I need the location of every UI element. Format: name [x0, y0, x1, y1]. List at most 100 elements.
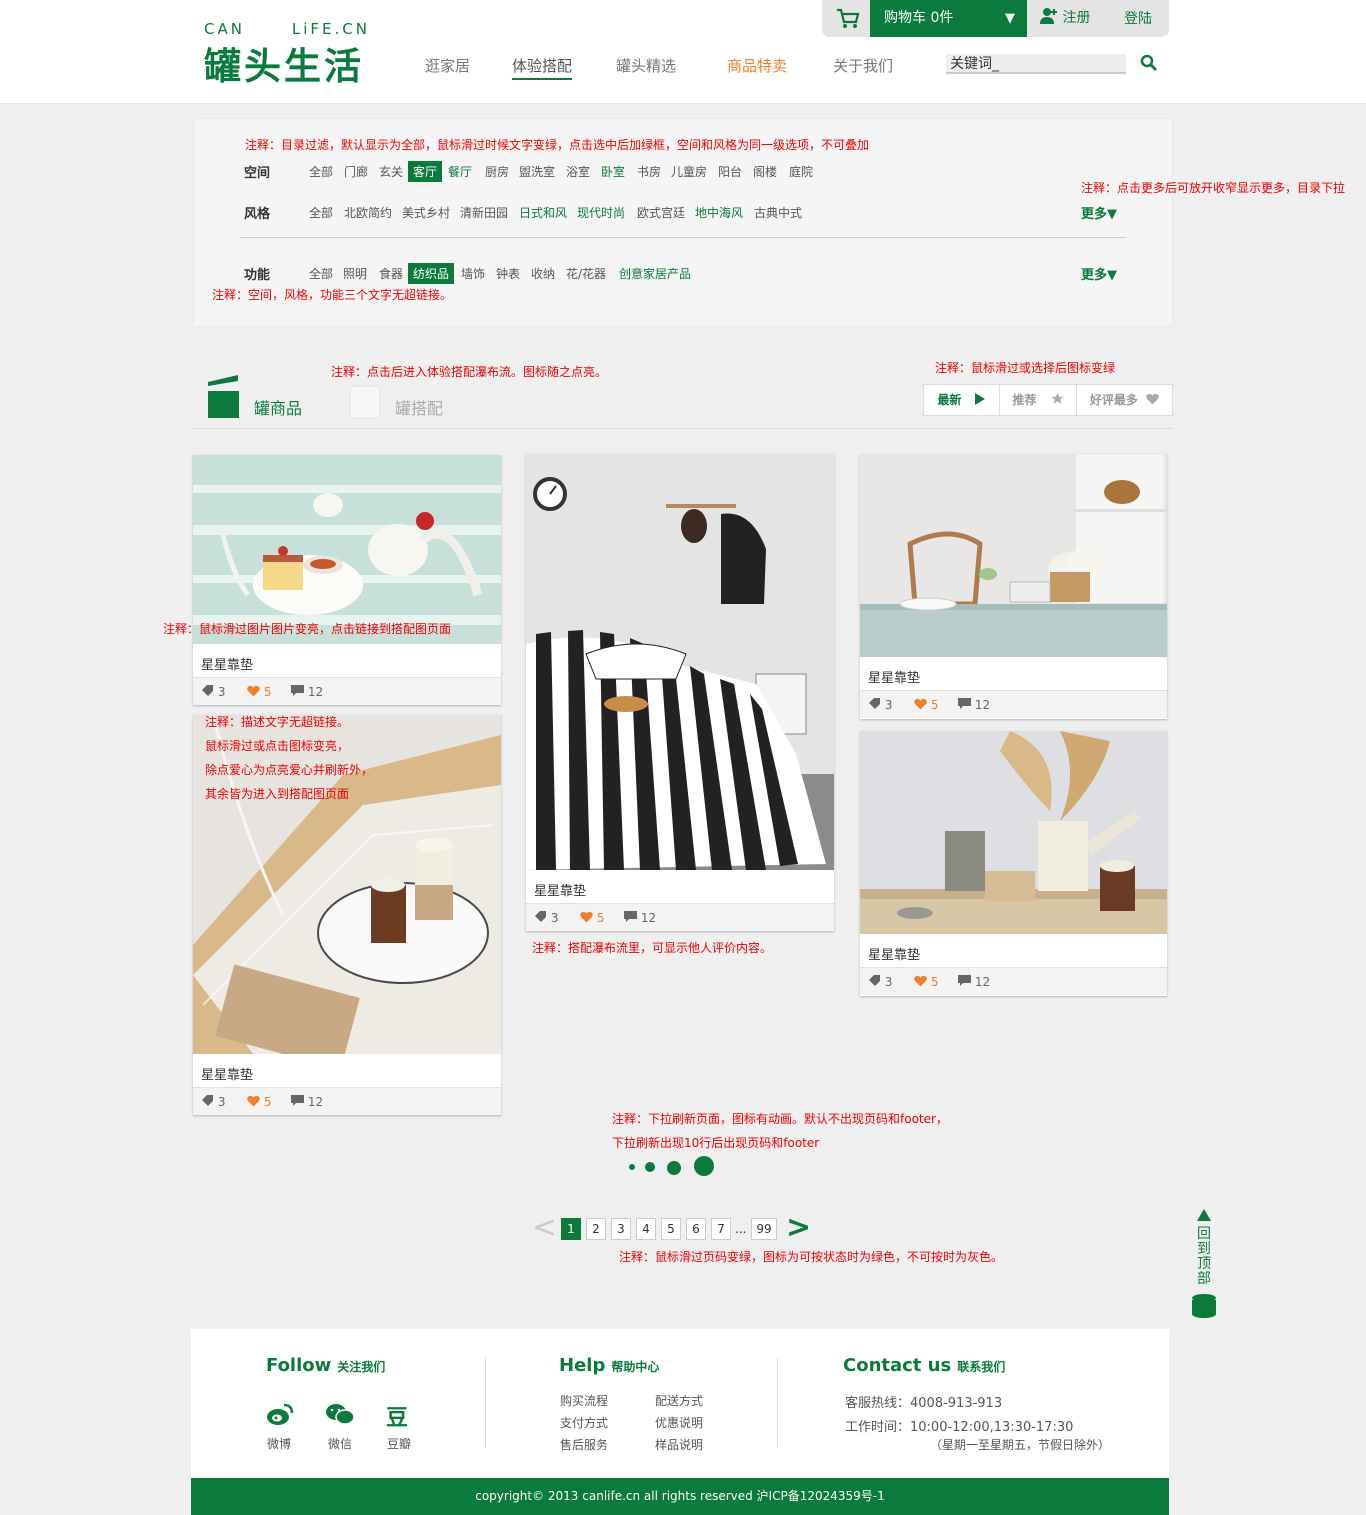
- filter-option[interactable]: 门廊: [344, 163, 368, 180]
- nav-about[interactable]: 关于我们: [833, 55, 893, 76]
- filter-option[interactable]: 北欧简约: [344, 204, 392, 221]
- tag-stat[interactable]: 3: [201, 685, 225, 699]
- comment-stat[interactable]: 12: [291, 1095, 323, 1109]
- cart-icon[interactable]: [835, 7, 861, 29]
- nav-sale[interactable]: 商品特卖: [727, 55, 787, 76]
- like-stat[interactable]: 5: [247, 1095, 271, 1109]
- filter-option[interactable]: 现代时尚: [577, 204, 625, 221]
- page-button[interactable]: 5: [661, 1218, 681, 1240]
- like-stat[interactable]: 5: [247, 685, 271, 699]
- filter-option[interactable]: 儿童房: [671, 163, 707, 180]
- cart-button[interactable]: 购物车 0件 ▼: [870, 0, 1027, 37]
- page-button-last[interactable]: 99: [751, 1218, 777, 1240]
- filter-option[interactable]: 厨房: [485, 163, 509, 180]
- search-input[interactable]: 关键词_: [946, 54, 1126, 74]
- more-button[interactable]: 更多▼: [1081, 264, 1117, 283]
- nav-selection[interactable]: 罐头精选: [616, 55, 676, 76]
- next-page-button[interactable]: >: [786, 1213, 811, 1243]
- product-card[interactable]: 星星靠垫 3 5 12: [860, 731, 1167, 996]
- weibo-label[interactable]: 微博: [267, 1435, 291, 1452]
- nav-home-living[interactable]: 逛家居: [425, 55, 470, 76]
- like-stat[interactable]: 5: [914, 975, 938, 989]
- filter-option-selected[interactable]: 客厅: [408, 161, 443, 182]
- sort-newest-button[interactable]: 最新: [923, 384, 1000, 416]
- back-to-top-button[interactable]: 回到顶部: [1190, 1206, 1218, 1330]
- like-stat[interactable]: 5: [580, 911, 604, 925]
- filter-option[interactable]: 古典中式: [754, 204, 802, 221]
- tab-goods-label[interactable]: 罐商品: [254, 395, 302, 419]
- filter-option[interactable]: 收纳: [531, 265, 555, 282]
- page-button[interactable]: 6: [686, 1218, 706, 1240]
- filter-option-selected[interactable]: 纺织品: [408, 263, 455, 284]
- filter-option[interactable]: 全部: [309, 204, 333, 221]
- filter-option[interactable]: 盥洗室: [519, 163, 555, 180]
- nav-experience[interactable]: 体验搭配: [512, 55, 573, 80]
- register-button[interactable]: 注册: [1040, 7, 1090, 27]
- filter-option[interactable]: 钟表: [496, 265, 520, 282]
- help-link[interactable]: 售后服务: [560, 1436, 608, 1453]
- page-button[interactable]: 4: [636, 1218, 656, 1240]
- wechat-label[interactable]: 微信: [328, 1435, 352, 1452]
- filter-option[interactable]: 浴室: [566, 163, 590, 180]
- filter-option[interactable]: 创意家居产品: [619, 265, 691, 282]
- tag-stat[interactable]: 3: [868, 975, 892, 989]
- filter-option[interactable]: 食器: [379, 265, 403, 282]
- filter-option[interactable]: 花/花器: [566, 265, 606, 282]
- search-icon[interactable]: [1140, 54, 1158, 72]
- comment-stat[interactable]: 12: [291, 685, 323, 699]
- more-button[interactable]: 更多▼: [1081, 203, 1117, 222]
- help-link[interactable]: 优惠说明: [655, 1414, 703, 1431]
- page-button[interactable]: 3: [611, 1218, 631, 1240]
- product-image[interactable]: [860, 454, 1167, 657]
- tab-goods[interactable]: [206, 373, 240, 419]
- like-stat[interactable]: 5: [914, 698, 938, 712]
- filter-option[interactable]: 阳台: [718, 163, 742, 180]
- login-button[interactable]: 登陆: [1124, 8, 1152, 28]
- product-image[interactable]: [526, 454, 834, 870]
- product-image[interactable]: [193, 455, 501, 644]
- page-button[interactable]: 1: [561, 1218, 581, 1240]
- help-link[interactable]: 配送方式: [655, 1392, 703, 1409]
- filter-option[interactable]: 美式乡村: [402, 204, 450, 221]
- comment-stat[interactable]: 12: [958, 698, 990, 712]
- product-card[interactable]: 星星靠垫 3 5 12: [526, 454, 834, 931]
- product-card[interactable]: 星星靠垫 3 5 12: [860, 454, 1167, 719]
- tag-count: 3: [217, 685, 226, 699]
- tab-match[interactable]: [348, 384, 382, 420]
- filter-option[interactable]: 地中海风: [695, 204, 743, 221]
- filter-option[interactable]: 欧式宫廷: [637, 204, 685, 221]
- help-link[interactable]: 购买流程: [560, 1392, 608, 1409]
- douban-label[interactable]: 豆瓣: [387, 1435, 411, 1452]
- comment-stat[interactable]: 12: [958, 975, 990, 989]
- help-link[interactable]: 支付方式: [560, 1414, 608, 1431]
- sort-recommend-button[interactable]: 推荐: [999, 384, 1077, 416]
- filter-option[interactable]: 书房: [637, 163, 661, 180]
- filter-option[interactable]: 玄关: [379, 163, 403, 180]
- tag-stat[interactable]: 3: [534, 911, 558, 925]
- tab-match-label[interactable]: 罐搭配: [395, 395, 443, 419]
- weibo-icon[interactable]: [266, 1402, 294, 1426]
- filter-option[interactable]: 卧室: [601, 163, 625, 180]
- filter-option[interactable]: 日式和风: [519, 204, 567, 221]
- prev-page-button[interactable]: <: [532, 1213, 557, 1243]
- filter-option[interactable]: 全部: [309, 163, 333, 180]
- filter-option[interactable]: 照明: [343, 265, 367, 282]
- filter-option[interactable]: 阁楼: [753, 163, 777, 180]
- product-image[interactable]: [860, 731, 1167, 934]
- tag-stat[interactable]: 3: [868, 698, 892, 712]
- filter-option[interactable]: 庭院: [789, 163, 813, 180]
- filter-option[interactable]: 全部: [309, 265, 333, 282]
- filter-option[interactable]: 清新田园: [460, 204, 508, 221]
- sort-best-button[interactable]: 好评最多: [1076, 384, 1173, 416]
- wechat-icon[interactable]: [325, 1402, 355, 1426]
- product-card[interactable]: 星星靠垫 3 5 12: [193, 455, 501, 705]
- help-link[interactable]: 样品说明: [655, 1436, 703, 1453]
- tag-stat[interactable]: 3: [201, 1095, 225, 1109]
- logo[interactable]: 罐头生活: [204, 36, 364, 90]
- page-button[interactable]: 2: [586, 1218, 606, 1240]
- page-button[interactable]: 7: [711, 1218, 731, 1240]
- filter-option[interactable]: 墙饰: [461, 265, 485, 282]
- comment-stat[interactable]: 12: [624, 911, 656, 925]
- douban-icon[interactable]: 豆: [386, 1400, 408, 1432]
- filter-option[interactable]: 餐厅: [448, 163, 472, 180]
